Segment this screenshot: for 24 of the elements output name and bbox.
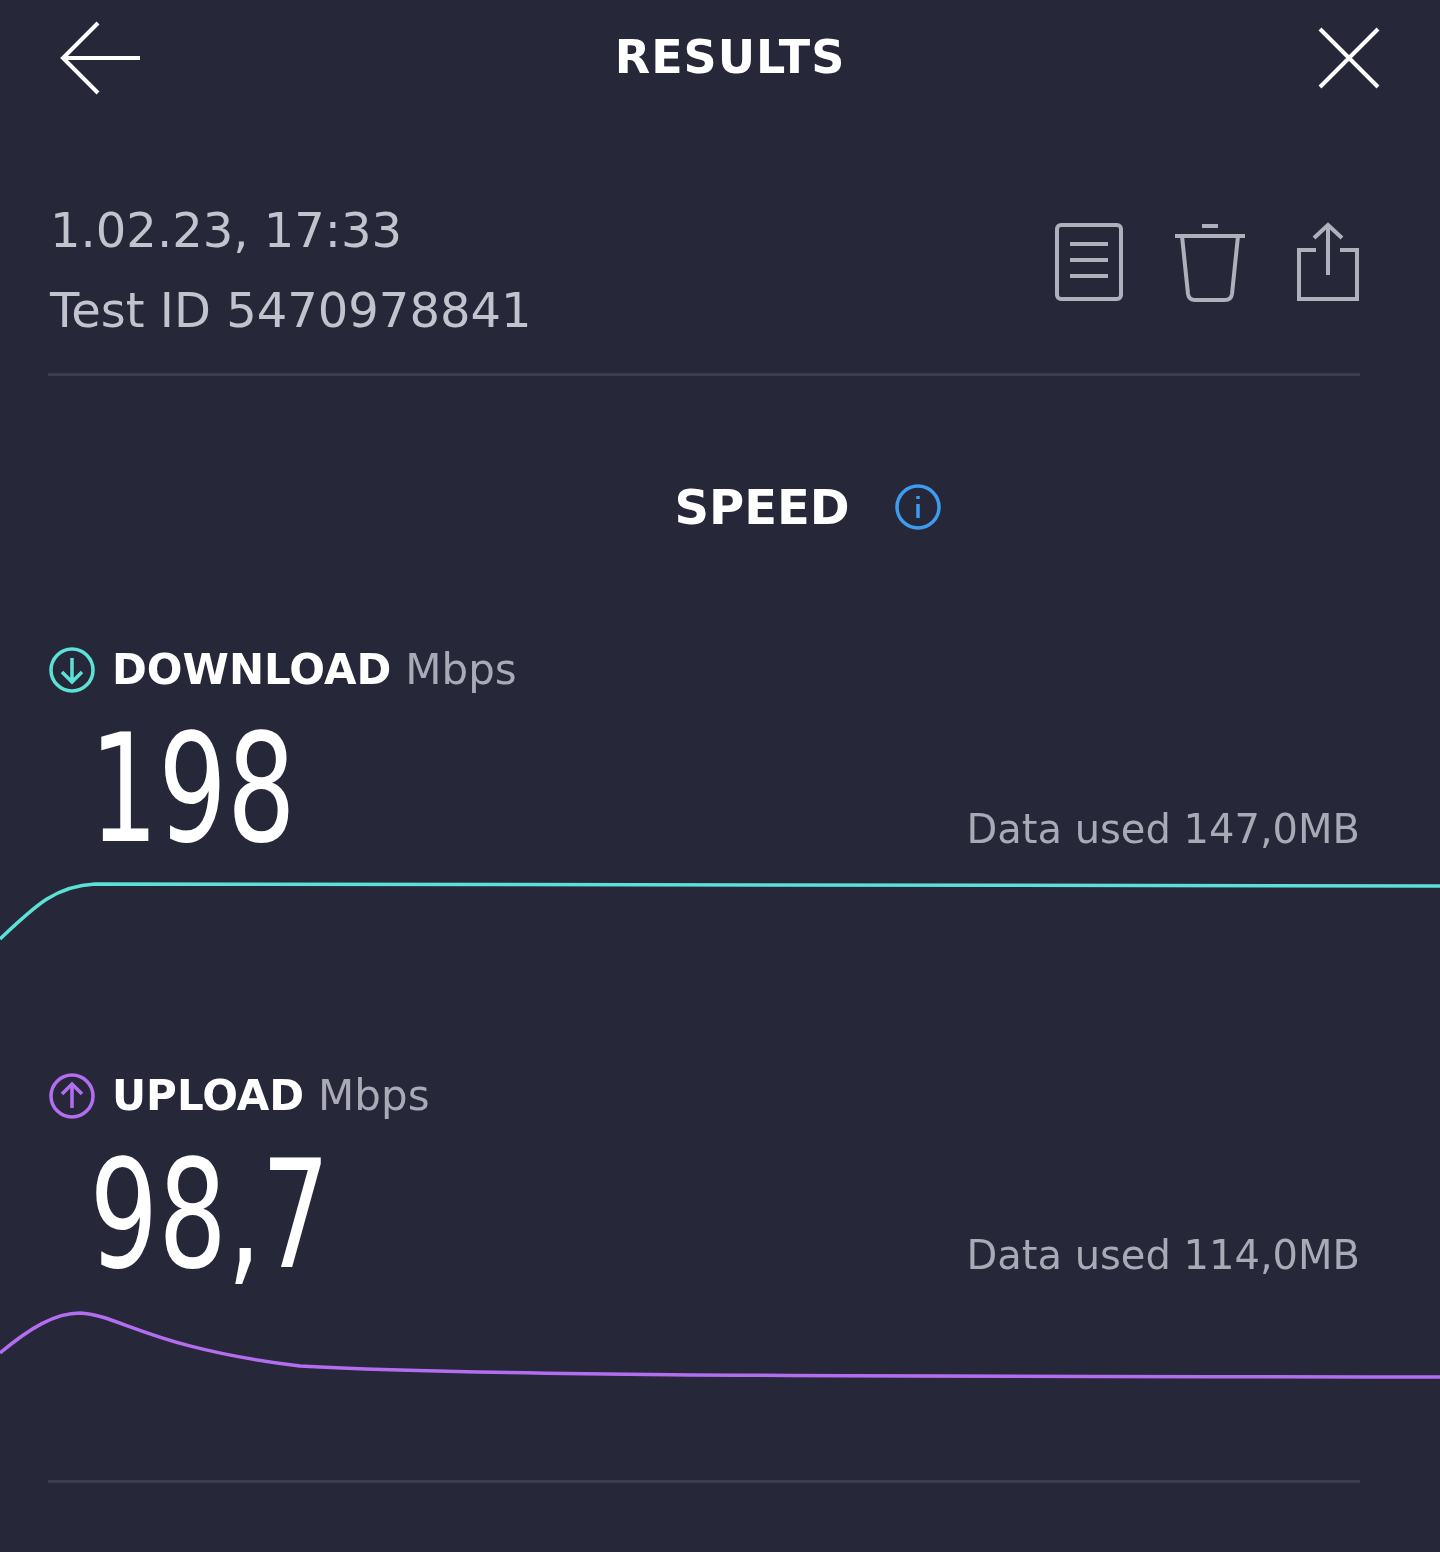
unit-label: Mbps (318, 1070, 430, 1122)
test-id: Test ID 5470978841 (50, 281, 532, 340)
info-button[interactable] (893, 483, 942, 531)
unit-label: Mbps (405, 644, 517, 696)
share-button[interactable] (1296, 222, 1360, 302)
page-title: RESULTS (614, 29, 846, 86)
back-button[interactable] (60, 19, 142, 96)
speed-value: 98,7 (88, 1145, 330, 1285)
speed-value: 198 (88, 719, 296, 859)
section-title: SPEED (674, 478, 850, 537)
close-icon (1318, 26, 1380, 89)
data-used: Data used 147,0MB (966, 805, 1361, 854)
trash-icon (1172, 222, 1248, 302)
metric-label: DOWNLOAD (112, 644, 392, 696)
document-icon (1054, 222, 1124, 302)
back-arrow-icon (60, 19, 142, 96)
test-date: 1.02.23, 17:33 (50, 201, 404, 260)
report-button[interactable] (1054, 222, 1124, 302)
close-button[interactable] (1318, 26, 1380, 89)
data-used: Data used 114,0MB (966, 1231, 1361, 1280)
delete-button[interactable] (1172, 222, 1248, 302)
share-icon (1296, 222, 1360, 302)
info-icon (893, 483, 942, 531)
metric-label: UPLOAD (112, 1070, 305, 1122)
